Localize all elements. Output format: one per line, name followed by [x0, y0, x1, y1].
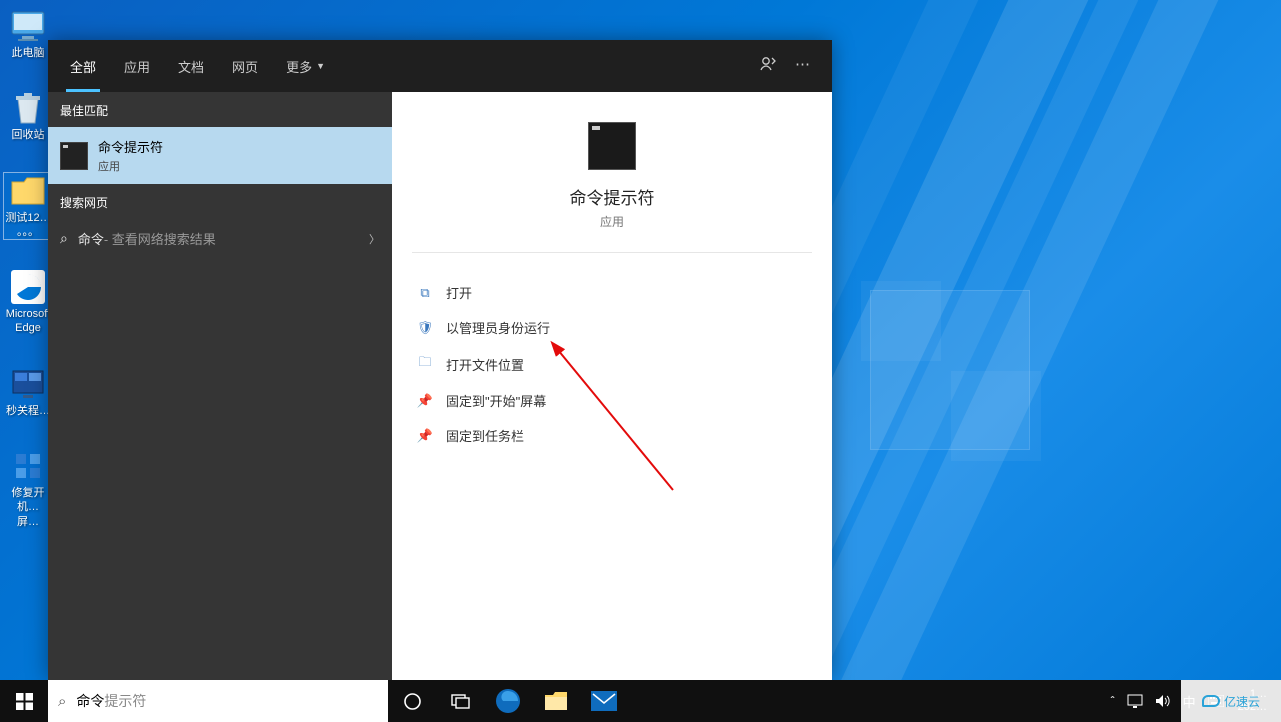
action-open-file-location[interactable]: 🗀 打开文件位置	[412, 345, 812, 383]
pin-icon: 📌	[416, 393, 434, 409]
search-panel: 全部 应用 文档 网页 更多▼ ⋯ 最佳匹配 命令提示符 应用 搜索网页	[48, 40, 832, 680]
pin-icon: 📌	[416, 428, 434, 444]
start-button[interactable]	[0, 680, 48, 722]
tray-volume-icon[interactable]	[1149, 680, 1177, 722]
tab-all[interactable]: 全部	[56, 40, 110, 92]
taskbar: ⌕ 命令提示符 ˆ 中 1… 202…	[0, 680, 1281, 722]
tray-network-icon[interactable]	[1121, 680, 1149, 722]
detail-cmd-icon	[588, 122, 636, 170]
search-icon: ⌕	[58, 693, 66, 710]
desktop-icon-recycle-bin[interactable]: 回收站	[4, 90, 52, 142]
search-input[interactable]: 命令提示符	[76, 691, 378, 711]
best-match-header: 最佳匹配	[48, 92, 392, 127]
desktop-icon-edge[interactable]: Microsoft Edge	[4, 269, 52, 336]
feedback-icon[interactable]	[759, 55, 777, 77]
tab-apps[interactable]: 应用	[110, 40, 164, 92]
search-results-list: 最佳匹配 命令提示符 应用 搜索网页 ⌕ 命令 - 查看网络搜索结果 〉	[48, 92, 392, 680]
task-view-button[interactable]	[436, 680, 484, 722]
action-pin-taskbar[interactable]: 📌 固定到任务栏	[412, 418, 812, 453]
open-icon: ⧉	[416, 285, 434, 301]
tray-overflow[interactable]: ˆ	[1105, 680, 1121, 722]
taskbar-edge[interactable]	[484, 680, 532, 722]
action-open[interactable]: ⧉ 打开	[412, 275, 812, 310]
admin-shield-icon: 🛡	[416, 320, 434, 336]
search-icon: ⌕	[60, 230, 68, 247]
taskbar-search[interactable]: ⌕ 命令提示符	[48, 680, 388, 722]
chevron-right-icon: 〉	[369, 231, 380, 247]
cloud-icon	[1202, 695, 1220, 707]
desktop-icon-quick-shutdown[interactable]: 秒关程…	[4, 366, 52, 418]
tab-documents[interactable]: 文档	[164, 40, 218, 92]
desktop-icon-repair-boot[interactable]: 修复开机… 屏…	[4, 448, 52, 529]
search-panel-header: 全部 应用 文档 网页 更多▼ ⋯	[48, 40, 832, 92]
chevron-down-icon: ▼	[316, 61, 325, 71]
taskbar-mail[interactable]	[580, 680, 628, 722]
search-detail-pane: 命令提示符 应用 ⧉ 打开 🛡 以管理员身份运行 🗀 打开文件位置 📌	[392, 92, 832, 680]
desktop-icon-this-pc[interactable]: 此电脑	[4, 8, 52, 60]
folder-location-icon: 🗀	[416, 353, 434, 375]
desktop-icon-test-folder[interactable]: 测试12… 。。。	[4, 173, 52, 240]
action-pin-start[interactable]: 📌 固定到"开始"屏幕	[412, 383, 812, 418]
tab-more[interactable]: 更多▼	[272, 40, 339, 92]
result-cmd[interactable]: 命令提示符 应用	[48, 127, 392, 184]
taskbar-file-explorer[interactable]	[532, 680, 580, 722]
web-search-item[interactable]: ⌕ 命令 - 查看网络搜索结果 〉	[48, 219, 392, 258]
cmd-icon	[60, 142, 88, 170]
desktop-icons: 此电脑 回收站 测试12… 。。。 Microsoft Edge 秒关程… 修复…	[4, 8, 52, 529]
cortana-button[interactable]	[388, 680, 436, 722]
watermark: 亿速云	[1181, 680, 1281, 722]
detail-title: 命令提示符	[392, 184, 832, 209]
more-options-icon[interactable]: ⋯	[795, 55, 810, 77]
tab-web[interactable]: 网页	[218, 40, 272, 92]
action-run-as-admin[interactable]: 🛡 以管理员身份运行	[412, 310, 812, 345]
web-search-header: 搜索网页	[48, 184, 392, 219]
detail-subtitle: 应用	[392, 213, 832, 230]
